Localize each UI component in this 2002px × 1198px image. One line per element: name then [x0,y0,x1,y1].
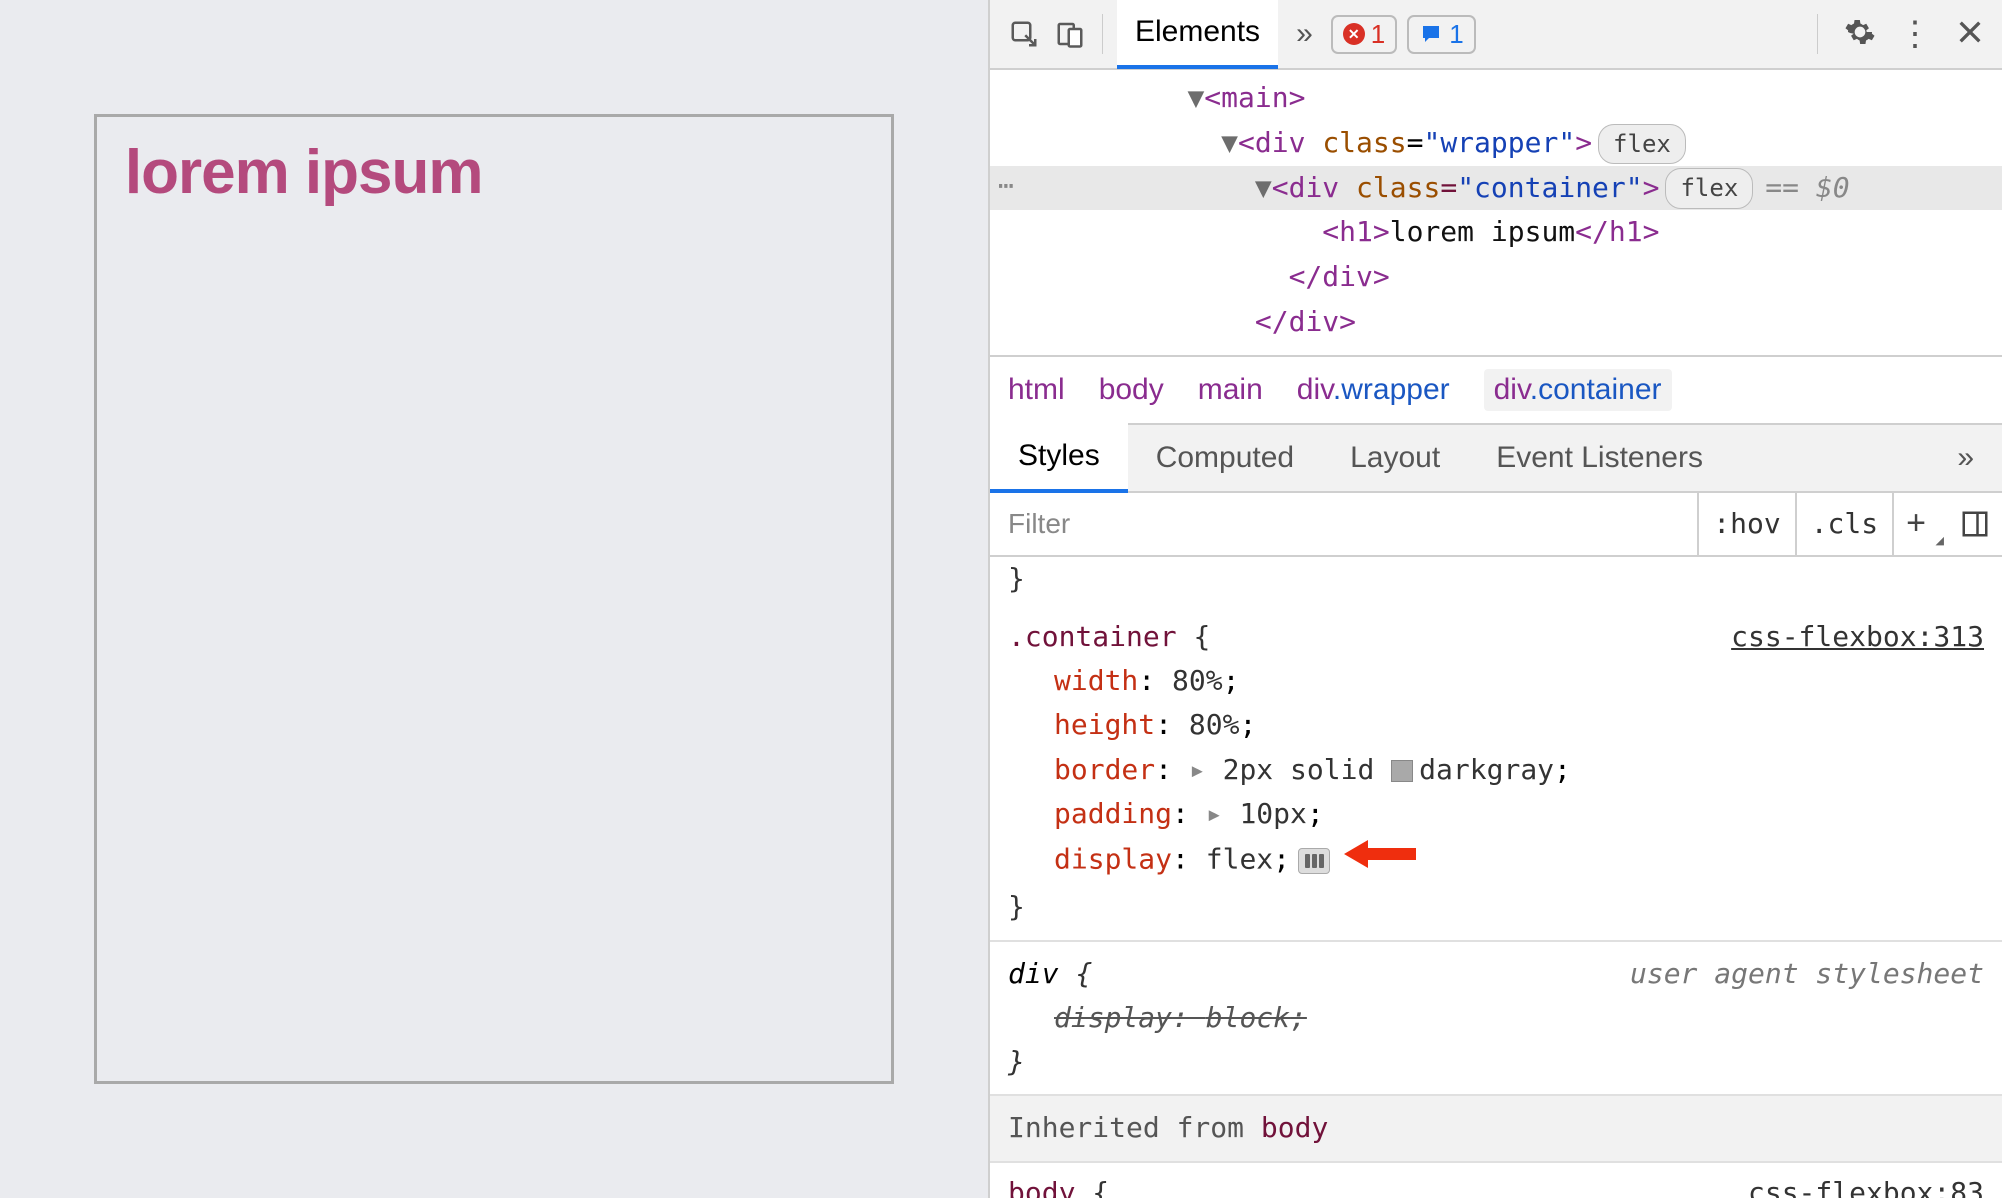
breadcrumb-body[interactable]: body [1099,373,1164,407]
styles-subtabs: Styles Computed Layout Event Listeners » [990,423,2002,493]
breadcrumb-wrapper[interactable]: div.wrapper [1297,373,1450,407]
message-icon [1419,22,1443,46]
devtools-toolbar: Elements » 1 1 ⋮ [990,0,2002,70]
tab-elements[interactable]: Elements [1117,0,1278,69]
message-count-badge[interactable]: 1 [1407,15,1475,54]
dom-node-main[interactable]: ▼<main> [990,76,2002,121]
settings-gear-icon[interactable] [1844,16,1876,53]
styles-pane[interactable]: } css-flexbox:313 .container { width: 80… [990,557,2002,1198]
page-heading: lorem ipsum [125,137,863,208]
rule-source-link[interactable]: css-flexbox:313 [1731,615,1984,659]
dom-tree[interactable]: ▼<main> ▼<div class="wrapper">flex ▼<div… [990,70,2002,355]
device-toggle-icon[interactable] [1052,16,1088,52]
rule-source-link[interactable]: css-flexbox:83 [1748,1171,1984,1198]
flex-badge[interactable]: flex [1598,124,1686,164]
toggle-hov-button[interactable]: :hov [1699,493,1796,555]
error-count-badge[interactable]: 1 [1331,15,1397,54]
message-count: 1 [1449,19,1463,50]
dom-node-wrapper[interactable]: ▼<div class="wrapper">flex [990,121,2002,166]
dom-node-h1[interactable]: <h1>lorem ipsum</h1> [990,210,2002,255]
error-icon [1343,23,1365,45]
toolbar-separator [1817,14,1818,54]
inspect-icon[interactable] [1006,16,1042,52]
inherited-from-selector[interactable]: body [1261,1111,1328,1144]
container-box: lorem ipsum [94,114,894,1084]
styles-filter-input[interactable] [990,493,1699,555]
dom-node-container-close[interactable]: </div> [990,255,2002,300]
selected-marker: == $0 [1765,171,1849,204]
flexbox-editor-icon[interactable] [1298,848,1330,874]
devtools-panel: Elements » 1 1 ⋮ ▼<main> ▼<div class="w [988,0,2002,1198]
color-swatch-icon[interactable] [1391,760,1413,782]
tabs-overflow-icon[interactable]: » [1288,17,1321,51]
rule-source-ua: user agent stylesheet [1630,952,1984,996]
breadcrumb-container[interactable]: div.container [1484,369,1672,411]
subtab-styles[interactable]: Styles [990,423,1128,493]
rule-selector[interactable]: .container [1008,620,1177,653]
rule-div-ua[interactable]: user agent stylesheet div { display: blo… [990,942,2002,1097]
close-icon[interactable] [1954,16,1986,53]
annotation-arrow-icon [1344,836,1416,885]
subtab-computed[interactable]: Computed [1128,423,1322,493]
more-menu-icon[interactable]: ⋮ [1898,17,1932,51]
breadcrumb-html[interactable]: html [1008,373,1065,407]
subtabs-overflow-icon[interactable]: » [1929,423,2002,493]
rule-container[interactable]: css-flexbox:313 .container { width: 80%;… [990,605,2002,942]
page-viewport: lorem ipsum [0,0,988,1198]
new-style-rule-icon[interactable]: + [1894,493,1948,555]
inherited-label: Inherited from [1008,1111,1261,1144]
computed-sidebar-icon[interactable] [1948,493,2002,555]
subtab-layout[interactable]: Layout [1322,423,1468,493]
dom-node-container[interactable]: ▼<div class="container">flex== $0 [990,166,2002,211]
breadcrumb: html body main div.wrapper div.container [990,355,2002,423]
breadcrumb-main[interactable]: main [1198,373,1263,407]
rule-selector[interactable]: div [1008,957,1059,990]
rule-body-peek[interactable]: css-flexbox:83 body { [990,1163,2002,1198]
error-count: 1 [1371,19,1385,50]
dom-node-wrapper-close[interactable]: </div> [990,300,2002,345]
inherited-from-row: Inherited from body [990,1096,2002,1162]
toggle-cls-button[interactable]: .cls [1797,493,1894,555]
flex-badge[interactable]: flex [1665,168,1753,208]
toolbar-separator [1102,14,1103,54]
styles-filter-row: :hov .cls + [990,493,2002,557]
subtab-event-listeners[interactable]: Event Listeners [1468,423,1731,493]
